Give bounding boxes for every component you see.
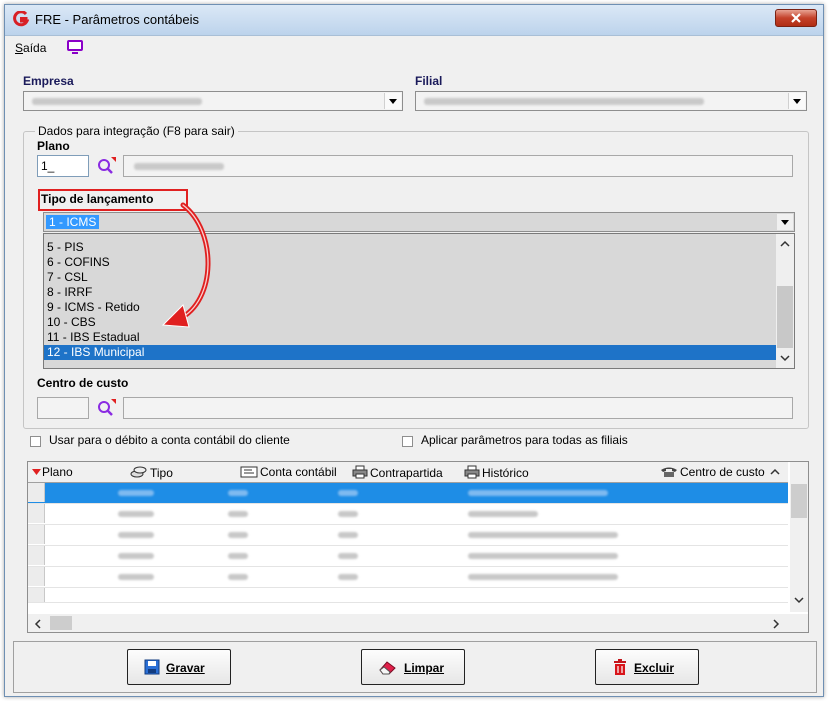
sort-down-icon[interactable] [32,469,41,475]
printer-icon [464,465,480,479]
chevron-down-icon[interactable] [794,596,804,604]
row-indicator [28,483,45,502]
column-header-historico-label: Histórico [482,466,529,480]
empresa-label: Empresa [23,74,74,88]
list-item[interactable]: 5 - PIS [44,240,776,255]
filial-label: Filial [415,74,443,88]
gravar-label: ravar [175,661,205,675]
chevron-down-icon[interactable] [384,93,401,109]
column-header-plano[interactable]: Plano [42,465,73,479]
column-header-conta[interactable]: Conta contábil [240,465,337,479]
chevron-up-icon[interactable] [780,240,790,248]
aplicar-checkbox-label: Aplicar parâmetros para todas as filiais [421,433,628,447]
limpar-button[interactable]: Limpar [361,649,465,685]
chevron-up-icon[interactable] [770,468,780,476]
column-header-contrapartida-label: Contrapartida [370,466,443,480]
table-row[interactable] [28,546,788,567]
window-title: FRE - Parâmetros contábeis [35,12,200,27]
chevron-left-icon[interactable] [34,619,42,629]
chevron-down-icon[interactable] [777,214,793,230]
empresa-select[interactable] [23,91,403,111]
dialog-window: FRE - Parâmetros contábeis Saída Empresa… [4,4,824,697]
app-logo-icon [13,11,29,27]
list-item[interactable]: 6 - COFINS [44,255,776,270]
grid-header: Plano Tipo Conta contábil Contrapartida … [28,462,788,483]
table-row[interactable] [28,483,788,504]
row-indicator [28,546,45,565]
data-grid[interactable]: Plano Tipo Conta contábil Contrapartida … [27,461,809,633]
card-icon [240,466,258,478]
chevron-right-icon[interactable] [772,619,780,629]
column-header-tipo-label: Tipo [150,466,173,480]
group-title: Dados para integração (F8 para sair) [35,124,238,138]
plano-input[interactable]: 1_ [37,155,89,177]
table-row[interactable] [28,567,788,588]
menu-saida[interactable]: Saída [15,41,46,55]
chevron-down-icon[interactable] [788,93,805,109]
column-header-conta-label: Conta contábil [260,465,337,479]
list-item[interactable]: 10 - CBS [44,315,776,330]
excluir-mnemonic: E [634,661,643,675]
column-header-contrapartida[interactable]: Contrapartida [352,465,443,480]
debito-checkbox-label: Usar para o débito a conta contábil do c… [49,433,290,447]
chevron-down-icon[interactable] [780,354,790,362]
row-indicator [28,567,45,586]
monitor-icon[interactable] [67,40,83,54]
trash-icon [614,659,626,675]
search-icon[interactable] [95,397,117,419]
list-item[interactable]: 7 - CSL [44,270,776,285]
row-indicator [28,588,45,602]
table-row[interactable] [28,504,788,525]
eraser-icon [379,661,396,675]
scroll-thumb[interactable] [50,616,72,630]
table-row[interactable] [28,588,788,603]
column-header-centro-label: Centro de custo [680,465,765,479]
annotation-arrow-icon [161,202,211,328]
centro-description-field [123,397,793,419]
row-indicator [28,525,45,544]
gravar-button[interactable]: Gravar [127,649,231,685]
aplicar-checkbox[interactable] [402,436,413,447]
coins-icon [130,466,147,478]
list-item[interactable]: 8 - IRRF [44,285,776,300]
list-item[interactable]: 11 - IBS Estadual [44,330,776,345]
column-header-historico[interactable]: Histórico [464,465,529,480]
scroll-thumb[interactable] [791,484,807,518]
dropdown-scrollbar[interactable] [776,234,794,368]
excluir-button[interactable]: Excluir [595,649,699,685]
plano-description-field [123,155,793,177]
excluir-label: xcluir [642,661,675,675]
gravar-mnemonic: G [166,661,176,675]
grid-horizontal-scrollbar[interactable] [28,614,808,632]
close-icon [791,13,801,23]
menu-saida-mnemonic: S [15,41,24,55]
table-row[interactable] [28,525,788,546]
search-icon[interactable] [95,155,117,177]
column-header-tipo[interactable]: Tipo [130,465,173,480]
list-item[interactable]: 9 - ICMS - Retido [44,300,776,315]
filial-select[interactable] [415,91,807,111]
row-indicator [28,504,45,523]
printer-icon [352,465,368,479]
centro-label: Centro de custo [37,376,129,390]
tipo-selected-value: 1 - ICMS [46,215,100,229]
menu-saida-label: aída [23,41,47,55]
centro-code-input[interactable] [37,397,89,419]
limpar-label: impar [411,661,445,675]
debito-checkbox[interactable] [30,436,41,447]
save-icon [144,659,160,675]
list-item-selected[interactable]: 12 - IBS Municipal [44,345,778,360]
close-button[interactable] [775,9,817,27]
title-bar: FRE - Parâmetros contábeis [5,5,823,36]
telephone-icon [661,467,677,477]
column-header-centro[interactable]: Centro de custo [660,465,765,479]
grid-vertical-scrollbar[interactable] [790,462,808,612]
scroll-thumb[interactable] [777,286,793,348]
plano-label: Plano [37,139,70,153]
